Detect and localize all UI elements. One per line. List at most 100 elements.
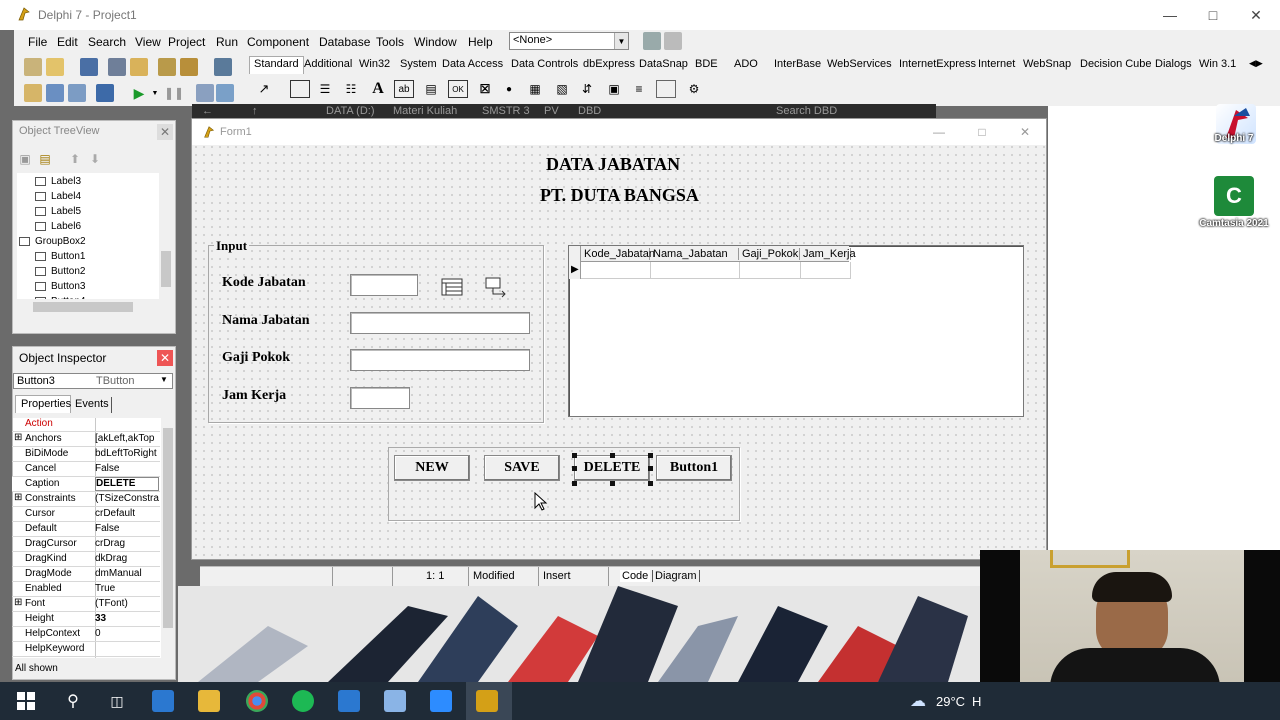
set-debug-desktop-icon[interactable]: [664, 32, 682, 50]
tab-win32[interactable]: Win32: [359, 58, 390, 70]
selection-handle[interactable]: [572, 466, 577, 471]
run-icon[interactable]: ▶: [130, 84, 148, 102]
vscode-icon[interactable]: [338, 690, 360, 712]
chevron-down-icon[interactable]: ▼: [614, 33, 628, 49]
chevron-down-icon[interactable]: ▼: [160, 375, 168, 384]
path-drive[interactable]: DATA (D:): [326, 105, 374, 117]
trace-into-icon[interactable]: [196, 84, 214, 102]
weather-cloud-icon[interactable]: ☁: [906, 690, 930, 712]
component-combo[interactable]: <None> ▼: [509, 32, 629, 50]
arrow-down-icon[interactable]: ⬇: [87, 151, 103, 167]
menu-component[interactable]: Component: [247, 35, 309, 49]
datasource-component-icon[interactable]: [440, 276, 464, 298]
selection-handle[interactable]: [572, 481, 577, 486]
menu-window[interactable]: Window: [414, 35, 457, 49]
tab-win31[interactable]: Win 3.1: [1199, 58, 1236, 70]
open-project-icon[interactable]: [130, 58, 148, 76]
property-value[interactable]: False: [95, 463, 159, 474]
property-value[interactable]: 33: [95, 613, 159, 624]
menu-project[interactable]: Project: [168, 35, 205, 49]
tree-item[interactable]: Label4: [35, 191, 81, 202]
path-semester[interactable]: SMSTR 3: [482, 105, 530, 117]
expand-icon[interactable]: ⊞: [14, 492, 22, 503]
memo-icon[interactable]: ▤: [422, 80, 440, 98]
add-file-icon[interactable]: [158, 58, 176, 76]
spotify-icon[interactable]: [292, 690, 314, 712]
search-icon[interactable]: ⚲: [62, 690, 84, 712]
delphi-taskbar-icon[interactable]: [476, 690, 498, 712]
vertical-scrollbar[interactable]: [159, 173, 173, 315]
up-icon[interactable]: ↑: [252, 105, 258, 117]
tab-datasnap[interactable]: DataSnap: [639, 58, 688, 70]
new-form-icon[interactable]: [96, 84, 114, 102]
menu-edit[interactable]: Edit: [57, 35, 78, 49]
button-icon[interactable]: OK: [448, 80, 468, 98]
expand-icon[interactable]: ⊞: [14, 597, 22, 608]
tab-websnap[interactable]: WebSnap: [1023, 58, 1071, 70]
help-contents-icon[interactable]: [214, 58, 232, 76]
gaji-pokok-field[interactable]: [350, 349, 530, 371]
tab-scroll-icon[interactable]: ◀▶: [1249, 58, 1263, 69]
property-row[interactable]: Default False: [12, 522, 160, 537]
tab-decision-cube[interactable]: Decision Cube: [1080, 58, 1152, 70]
save-all-icon[interactable]: [108, 58, 126, 76]
close-icon[interactable]: ✕: [157, 124, 173, 140]
property-row[interactable]: ⊞ Font (TFont): [12, 597, 160, 612]
tree-item[interactable]: Button2: [35, 266, 85, 277]
tree-item[interactable]: Label6: [35, 221, 81, 232]
grid-row[interactable]: [581, 262, 851, 279]
tab-dbexpress[interactable]: dbExpress: [583, 58, 635, 70]
open-icon[interactable]: [46, 58, 64, 76]
grid-column-header[interactable]: Jam_Kerja: [801, 248, 856, 260]
property-value[interactable]: True: [95, 583, 159, 594]
popup-menu-icon[interactable]: ☷: [342, 80, 360, 98]
minimize-icon[interactable]: —: [1160, 6, 1180, 24]
menu-run[interactable]: Run: [216, 35, 238, 49]
delete-button[interactable]: DELETE: [574, 455, 650, 481]
property-value[interactable]: dmManual: [95, 568, 159, 579]
vertical-scrollbar[interactable]: [161, 418, 175, 658]
tab-data-access[interactable]: Data Access: [442, 58, 503, 70]
property-value[interactable]: bdLeftToRight: [95, 448, 159, 459]
tab-additional[interactable]: Additional: [304, 58, 352, 70]
property-row[interactable]: HelpKeyword: [12, 642, 160, 657]
arrow-up-icon[interactable]: ⬆: [67, 151, 83, 167]
view-form-icon[interactable]: [46, 84, 64, 102]
selection-handle[interactable]: [610, 481, 615, 486]
menu-file[interactable]: File: [28, 35, 47, 49]
checkbox-icon[interactable]: ☒: [476, 80, 494, 98]
tab-interbase[interactable]: InterBase: [774, 58, 821, 70]
scrollbar-thumb[interactable]: [163, 428, 173, 628]
menu-view[interactable]: View: [135, 35, 161, 49]
expand-icon[interactable]: ⊞: [14, 432, 22, 443]
property-row[interactable]: ⊞ Anchors [akLeft,akTop: [12, 432, 160, 447]
property-row[interactable]: Cursor crDefault: [12, 507, 160, 522]
component-selector[interactable]: Button3 TButton ▼: [13, 373, 173, 389]
tab-system[interactable]: System: [400, 58, 437, 70]
tab-diagram[interactable]: Diagram: [652, 570, 700, 582]
nama-jabatan-field[interactable]: [350, 312, 530, 334]
actionlist-icon[interactable]: ⚙: [684, 80, 704, 98]
table-component-icon[interactable]: [484, 276, 510, 300]
tab-code[interactable]: Code: [620, 570, 651, 582]
tab-properties[interactable]: Properties: [15, 395, 71, 413]
property-value-editor[interactable]: DELETE: [95, 477, 159, 491]
app-icon[interactable]: [384, 690, 406, 712]
step-over-icon[interactable]: [216, 84, 234, 102]
tab-internet[interactable]: Internet: [978, 58, 1015, 70]
close-icon[interactable]: ✕: [157, 350, 173, 366]
property-row[interactable]: Action: [12, 417, 160, 432]
close-icon[interactable]: ✕: [1016, 124, 1034, 140]
scrollbar-thumb[interactable]: [161, 251, 171, 287]
button1[interactable]: Button1: [656, 455, 732, 481]
tab-bde[interactable]: BDE: [695, 58, 718, 70]
folder-icon[interactable]: ▣: [17, 151, 33, 167]
property-row[interactable]: DragKind dkDrag: [12, 552, 160, 567]
property-value[interactable]: [akLeft,akTop: [95, 433, 159, 444]
property-row[interactable]: HelpContext 0: [12, 627, 160, 642]
tree-item[interactable]: GroupBox2: [19, 236, 86, 247]
menu-tools[interactable]: Tools: [376, 35, 404, 49]
grid-column-header[interactable]: Nama_Jabatan: [651, 248, 739, 260]
panel-icon[interactable]: [656, 80, 676, 98]
tree-item[interactable]: Button1: [35, 251, 85, 262]
